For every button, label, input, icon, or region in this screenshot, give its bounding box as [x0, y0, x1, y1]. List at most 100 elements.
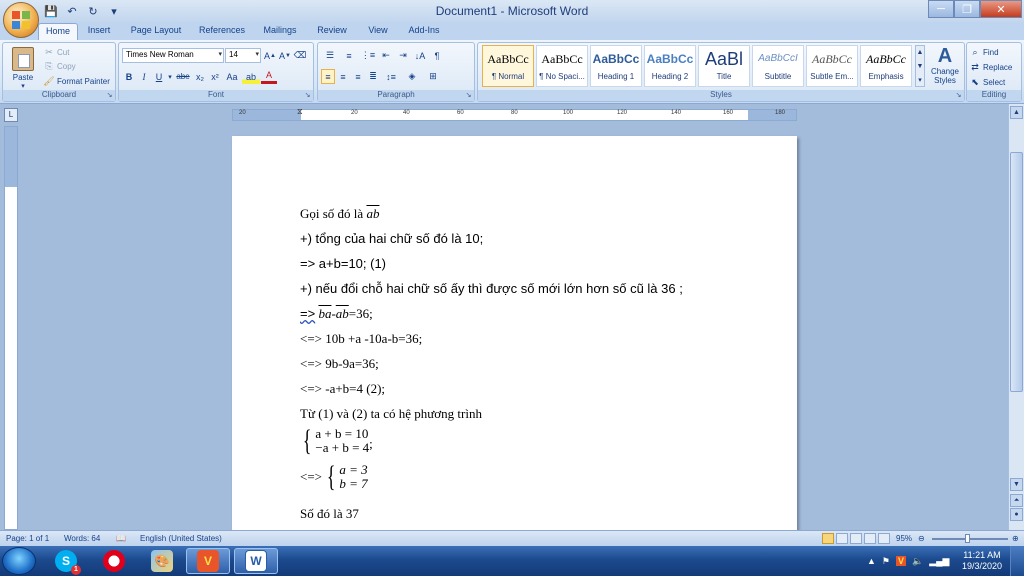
grow-font-icon[interactable]: A ▲: [263, 48, 277, 63]
cut-button[interactable]: ✂ Cut: [43, 45, 69, 59]
select-button[interactable]: ⬉ Select: [969, 75, 1005, 89]
dialog-launcher-icon[interactable]: ↘: [105, 91, 114, 100]
copy-button[interactable]: ⎘ Copy: [43, 59, 75, 73]
unikey-app[interactable]: V: [186, 548, 230, 574]
align-center-icon[interactable]: ≡: [336, 69, 350, 84]
language[interactable]: English (United States): [140, 534, 222, 543]
style-title[interactable]: AaBl Title: [698, 45, 750, 87]
tab-selector-icon[interactable]: L: [4, 108, 18, 122]
scroll-down-icon[interactable]: ▼: [1010, 478, 1023, 491]
increase-indent-icon[interactable]: ⇥: [395, 48, 411, 63]
show-desktop-button[interactable]: [1010, 546, 1024, 576]
tab-page-layout[interactable]: Page Layout: [124, 23, 188, 40]
tab-home[interactable]: Home: [38, 23, 78, 40]
numbering-icon[interactable]: ≡: [340, 48, 358, 63]
font-size-combo[interactable]: 14 ▾: [225, 48, 261, 63]
style-no-spacing[interactable]: AaBbCc ¶ No Spaci...: [536, 45, 588, 87]
clear-formatting-icon[interactable]: ⌫: [293, 48, 307, 63]
start-button[interactable]: [2, 547, 36, 575]
strikethrough-button[interactable]: abe: [174, 69, 192, 84]
vertical-scrollbar[interactable]: ▲ ▼ ⏶ ●: [1008, 104, 1024, 530]
draft-view-button[interactable]: [878, 533, 890, 544]
proofing-icon[interactable]: 📖: [116, 534, 126, 543]
paint-app[interactable]: 🎨: [140, 548, 184, 574]
decrease-indent-icon[interactable]: ⇤: [378, 48, 394, 63]
web-layout-view-button[interactable]: [850, 533, 862, 544]
word-app[interactable]: W: [234, 548, 278, 574]
dialog-launcher-icon[interactable]: ↘: [303, 91, 312, 100]
opera-icon: [103, 550, 125, 572]
bold-button[interactable]: B: [122, 69, 136, 84]
close-icon[interactable]: ✕: [980, 0, 1022, 18]
volume-icon[interactable]: 🔈: [912, 556, 923, 567]
subscript-button[interactable]: x₂: [193, 69, 207, 84]
chevron-down-icon[interactable]: ▾: [167, 69, 173, 84]
style-emphasis[interactable]: AaBbCc Emphasis: [860, 45, 912, 87]
skype-app[interactable]: S 1: [44, 548, 88, 575]
justify-icon[interactable]: ≣: [366, 69, 380, 84]
italic-button[interactable]: I: [137, 69, 151, 84]
align-right-icon[interactable]: ≡: [351, 69, 365, 84]
scroll-thumb[interactable]: [1010, 152, 1023, 392]
tab-mailings[interactable]: Mailings: [256, 23, 304, 40]
sort-icon[interactable]: ↓A: [412, 48, 428, 63]
style-subtitle[interactable]: AaBbCcI Subtitle: [752, 45, 804, 87]
style-heading-2[interactable]: AaBbCc Heading 2: [644, 45, 696, 87]
styles-scroll[interactable]: ▲ ▼ ▾: [915, 45, 925, 87]
style-subtle-emphasis[interactable]: AaBbCc Subtle Em...: [806, 45, 858, 87]
align-left-icon[interactable]: ≡: [321, 69, 335, 84]
print-layout-view-button[interactable]: [822, 533, 834, 544]
scroll-up-icon[interactable]: ▲: [1010, 106, 1023, 119]
indent-marker-icon[interactable]: ⧖: [297, 107, 303, 117]
network-icon[interactable]: ▂▄▆: [929, 556, 949, 567]
borders-icon[interactable]: ⊞: [423, 69, 443, 84]
dialog-launcher-icon[interactable]: ↘: [954, 91, 963, 100]
dialog-launcher-icon[interactable]: ↘: [464, 91, 473, 100]
style-heading-1[interactable]: AaBbCc Heading 1: [590, 45, 642, 87]
opera-app[interactable]: [92, 548, 136, 574]
replace-button[interactable]: ⇄ Replace: [969, 60, 1012, 74]
show-hidden-icons-icon[interactable]: ▲: [867, 556, 876, 566]
office-button[interactable]: [3, 2, 39, 38]
underline-button[interactable]: U: [152, 69, 166, 84]
tab-insert[interactable]: Insert: [80, 23, 118, 40]
shading-icon[interactable]: ◈: [402, 69, 422, 84]
find-button[interactable]: ⌕ Find: [969, 45, 998, 59]
minimize-icon[interactable]: ─: [928, 0, 954, 18]
change-case-button[interactable]: Aa: [223, 69, 241, 84]
tab-references[interactable]: References: [194, 23, 250, 40]
tab-view[interactable]: View: [360, 23, 396, 40]
highlight-icon[interactable]: ab: [242, 69, 260, 84]
paste-button[interactable]: Paste ▾: [7, 45, 39, 90]
shrink-font-icon[interactable]: A ▼: [278, 48, 292, 63]
tab-add-ins[interactable]: Add-Ins: [400, 23, 448, 40]
page-count[interactable]: Page: 1 of 1: [6, 534, 49, 543]
font-name-combo[interactable]: Times New Roman ▾: [122, 48, 224, 63]
word-count[interactable]: Words: 64: [64, 534, 100, 543]
select-browse-object-icon[interactable]: ●: [1010, 508, 1023, 521]
zoom-level[interactable]: 95%: [896, 534, 912, 543]
font-color-icon[interactable]: A: [261, 69, 277, 84]
line-spacing-icon[interactable]: ↕≡: [381, 69, 401, 84]
zoom-in-icon[interactable]: ⊕: [1012, 534, 1019, 543]
zoom-slider-thumb[interactable]: [965, 534, 971, 543]
tab-review[interactable]: Review: [310, 23, 354, 40]
full-screen-view-button[interactable]: [836, 533, 848, 544]
flag-icon[interactable]: ⚑: [882, 556, 890, 567]
clock[interactable]: 11:21 AM 19/3/2020: [962, 550, 1002, 572]
unikey-tray-icon[interactable]: V: [896, 556, 907, 566]
multilevel-list-icon[interactable]: ⋮≡: [359, 48, 377, 63]
document-page[interactable]: Gọi số đó là ab +) tổng của hai chữ số đ…: [232, 136, 797, 530]
bullets-icon[interactable]: ☰: [321, 48, 339, 63]
horizontal-ruler[interactable]: ⧖ 20 20 40 60 80 100 120 140 160 180: [232, 107, 797, 121]
previous-page-icon[interactable]: ⏶: [1010, 494, 1023, 507]
pilcrow-icon[interactable]: ¶: [429, 48, 445, 63]
restore-icon[interactable]: ❐: [954, 0, 980, 18]
style-normal[interactable]: AaBbCc ¶ Normal: [482, 45, 534, 87]
format-painter-button[interactable]: 🖌 Format Painter: [43, 74, 110, 88]
outline-view-button[interactable]: [864, 533, 876, 544]
change-styles-button[interactable]: A Change Styles: [928, 45, 962, 91]
vertical-ruler[interactable]: [4, 126, 18, 530]
zoom-out-icon[interactable]: ⊖: [918, 534, 925, 543]
superscript-button[interactable]: x²: [208, 69, 222, 84]
